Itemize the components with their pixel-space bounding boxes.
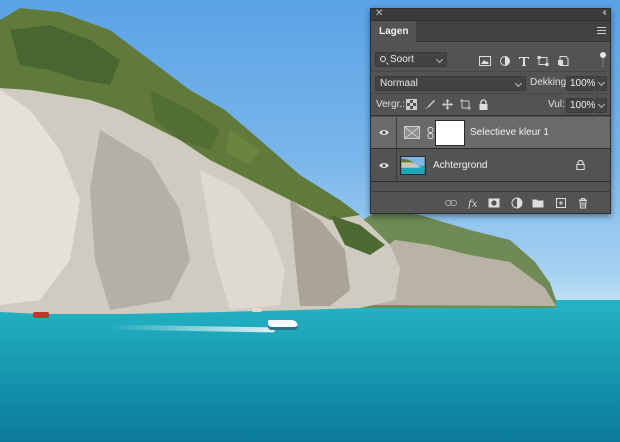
search-icon xyxy=(380,56,386,62)
layer-row-selective-color[interactable]: Selectieve kleur 1 xyxy=(371,117,610,149)
opacity-slider-button[interactable] xyxy=(595,76,607,91)
fx-icon[interactable]: fx xyxy=(468,197,480,209)
new-group-icon[interactable] xyxy=(532,197,544,209)
eye-icon xyxy=(379,130,389,135)
new-adjustment-icon[interactable] xyxy=(511,197,523,209)
lock-icon[interactable] xyxy=(576,160,585,170)
fill-label: Vul: xyxy=(548,99,565,110)
mask-link-icon[interactable] xyxy=(427,127,434,139)
background-layer-thumbnail xyxy=(400,156,426,175)
filter-toggle[interactable] xyxy=(600,52,606,68)
panel-titlebar: ✕ ‹‹ xyxy=(371,7,610,21)
new-layer-icon[interactable] xyxy=(555,197,567,209)
chevron-down-icon xyxy=(514,79,523,88)
lock-position-icon[interactable] xyxy=(442,99,453,110)
lock-image-pixels-icon[interactable] xyxy=(424,99,435,110)
lock-transparent-pixels-icon[interactable] xyxy=(406,99,417,110)
panel-menu-icon[interactable] xyxy=(597,27,606,35)
lock-row: Vergr.: Vul: 100% xyxy=(371,94,610,116)
delete-layer-icon[interactable] xyxy=(577,197,589,209)
visibility-toggle[interactable] xyxy=(371,117,397,148)
layer-name[interactable]: Selectieve kleur 1 xyxy=(470,127,549,139)
link-layers-icon[interactable] xyxy=(445,197,457,209)
lock-artboard-icon[interactable] xyxy=(460,99,471,110)
fill-slider-button[interactable] xyxy=(595,98,607,113)
lock-all-icon[interactable] xyxy=(478,99,489,110)
layer-mask-thumbnail[interactable] xyxy=(436,121,464,145)
lock-label: Vergr.: xyxy=(376,99,405,110)
layer-name[interactable]: Achtergrond xyxy=(433,160,487,172)
boat xyxy=(33,312,49,318)
close-panel-icon[interactable]: ✕ xyxy=(375,8,383,19)
svg-text:fx: fx xyxy=(468,199,478,209)
filter-kind-select[interactable]: Soort xyxy=(375,52,447,67)
shape-filter-icon[interactable] xyxy=(537,56,549,66)
visibility-toggle[interactable] xyxy=(371,150,397,181)
filter-kind-label: Soort xyxy=(390,54,414,65)
layers-list-empty-area xyxy=(371,183,610,191)
blend-mode-select[interactable]: Normaal xyxy=(375,76,526,91)
type-filter-icon[interactable] xyxy=(518,56,530,66)
panel-tab-row: Lagen xyxy=(371,21,610,42)
blend-mode-value: Normaal xyxy=(380,78,418,89)
add-mask-icon[interactable] xyxy=(488,197,500,209)
selective-color-adjustment-icon xyxy=(404,126,420,139)
layer-row-background[interactable]: Achtergrond xyxy=(371,150,610,182)
panel-footer: fx xyxy=(371,191,610,213)
collapse-panel-icon[interactable]: ‹‹ xyxy=(602,7,606,18)
boat xyxy=(252,308,262,312)
layers-panel: ✕ ‹‹ Lagen Soort Normaal Dekking: 100% V… xyxy=(370,7,611,214)
opacity-label: Dekking: xyxy=(530,77,569,88)
opacity-field[interactable]: 100% xyxy=(566,76,596,91)
tab-layers[interactable]: Lagen xyxy=(371,21,417,42)
blend-row: Normaal Dekking: 100% xyxy=(371,72,610,94)
adjustment-filter-icon[interactable] xyxy=(499,56,511,66)
fill-field[interactable]: 100% xyxy=(566,98,596,113)
eye-icon xyxy=(379,163,389,168)
speedboat xyxy=(268,320,298,330)
smartobject-filter-icon[interactable] xyxy=(557,56,569,66)
chevron-down-icon xyxy=(435,55,444,64)
image-filter-icon[interactable] xyxy=(479,56,491,66)
filter-row: Soort xyxy=(371,48,610,72)
